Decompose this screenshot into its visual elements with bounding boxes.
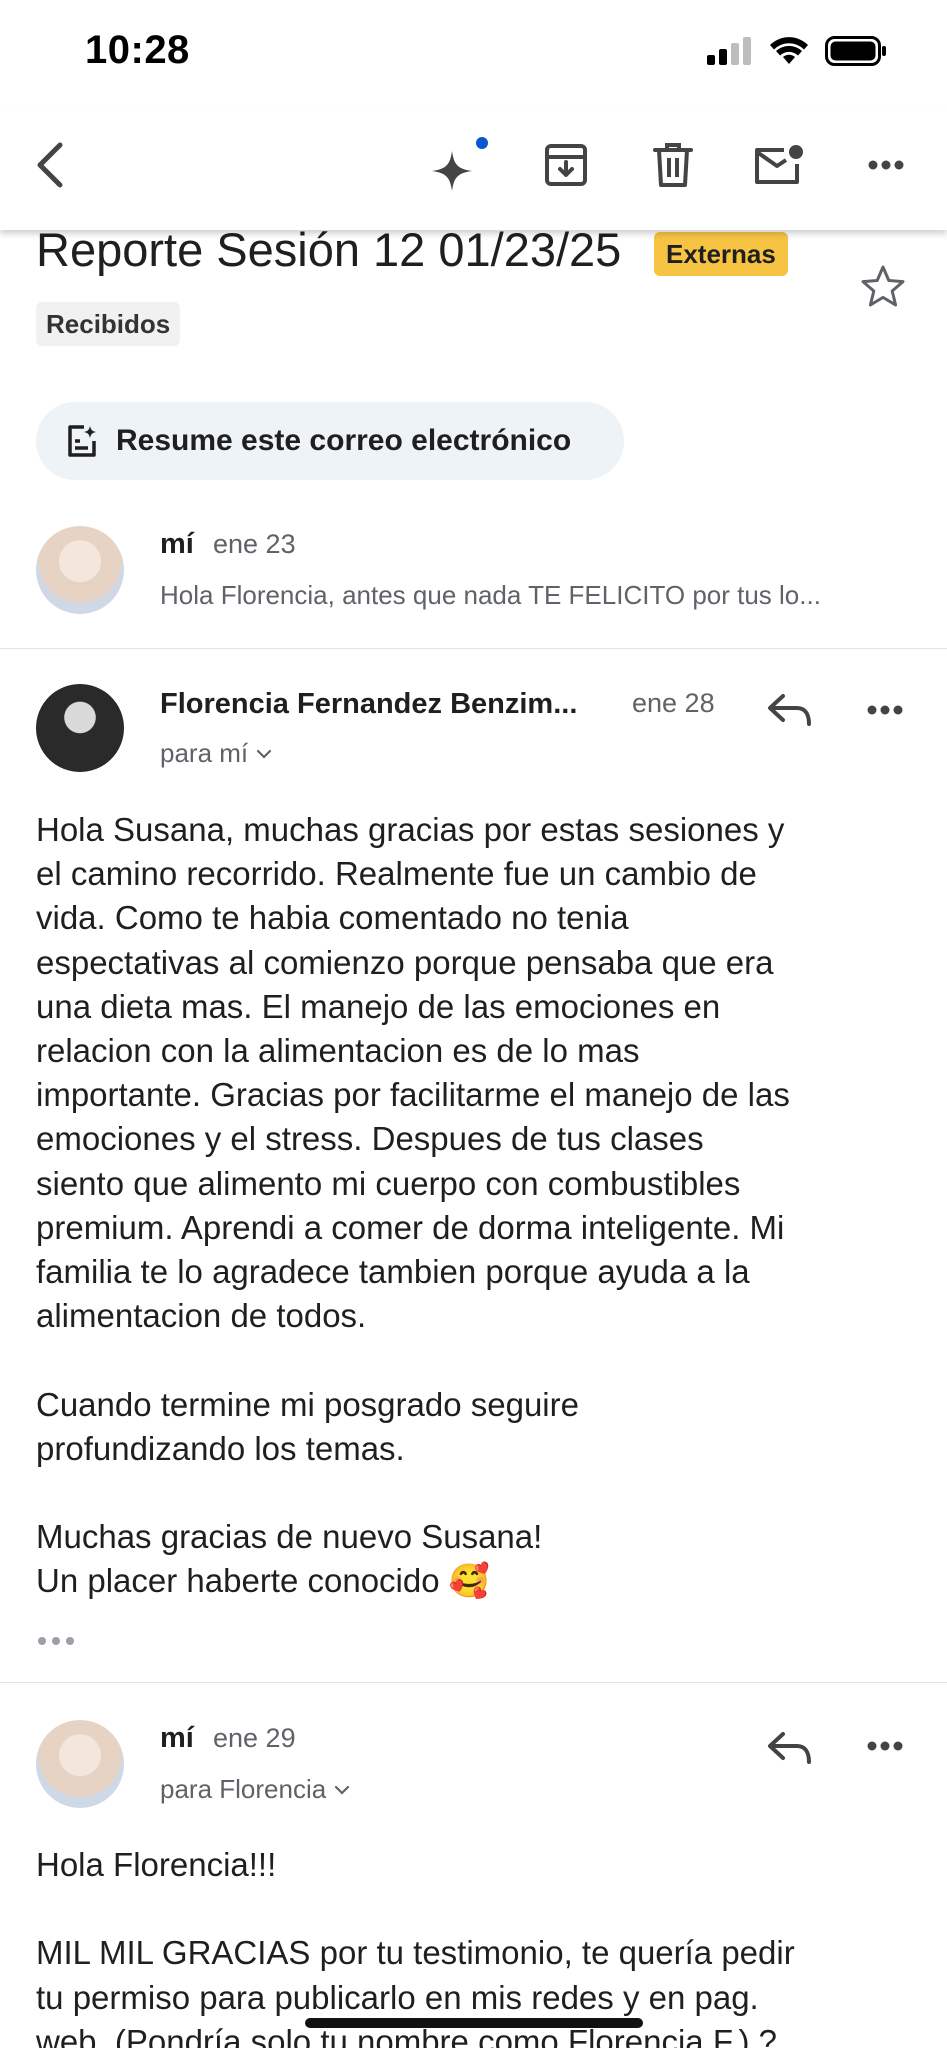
reply-button[interactable]	[760, 1728, 820, 1768]
back-icon	[37, 142, 63, 188]
message-more-button[interactable]	[860, 1736, 910, 1756]
message-date: ene 28	[632, 688, 715, 718]
message-date: ene 29	[213, 1723, 296, 1753]
label-recibidos[interactable]: Recibidos	[36, 302, 181, 346]
gemini-sparkle-icon	[432, 137, 488, 191]
cellular-signal-icon	[707, 37, 751, 65]
show-trimmed-button[interactable]	[38, 1637, 74, 1645]
divider	[0, 648, 947, 649]
message-date: ene 23	[213, 529, 296, 559]
gemini-button[interactable]	[420, 110, 500, 220]
message-snippet[interactable]: Hola Florencia, antes que nada TE FELICI…	[160, 580, 821, 611]
star-button[interactable]	[860, 264, 906, 313]
status-time: 10:28	[85, 28, 190, 72]
chevron-down-icon	[257, 749, 272, 759]
delete-icon	[653, 143, 693, 187]
avatar[interactable]	[36, 684, 124, 772]
back-button[interactable]	[10, 110, 90, 220]
recipients-toggle[interactable]: para mí	[160, 738, 272, 769]
message-sender[interactable]: mí	[160, 1722, 194, 1755]
toolbar	[0, 110, 947, 230]
chevron-down-icon	[335, 1785, 350, 1795]
status-icons	[707, 36, 887, 66]
battery-icon	[825, 36, 886, 66]
wifi-icon	[770, 37, 808, 64]
delete-button[interactable]	[633, 110, 713, 220]
status-bar: 10:28	[0, 0, 947, 110]
reply-button[interactable]	[760, 690, 820, 730]
archive-button[interactable]	[526, 110, 606, 220]
mark-unread-button[interactable]	[739, 110, 819, 220]
more-icon	[867, 705, 903, 715]
label-externas[interactable]: Externas	[654, 232, 788, 276]
message-more-button[interactable]	[860, 700, 910, 720]
email-thread-screen: 10:28 Reporte Sesión 12 01/23/25 Externa…	[0, 0, 947, 2048]
reply-icon	[768, 694, 811, 726]
recipients-label: para mí	[160, 738, 249, 768]
more-button[interactable]	[846, 110, 926, 220]
mark-unread-icon	[755, 145, 803, 184]
archive-icon	[545, 144, 587, 186]
message-sender[interactable]: Florencia Fernandez Benzim...	[160, 688, 577, 721]
more-icon	[868, 160, 904, 170]
summarize-button[interactable]: Resume este correo electrónico	[36, 402, 624, 480]
avatar[interactable]	[36, 1720, 124, 1808]
email-subject: Reporte Sesión 12 01/23/25	[36, 223, 622, 276]
divider	[0, 1682, 947, 1683]
message-sender[interactable]: mí	[160, 528, 194, 561]
recipients-label: para Florencia	[160, 1774, 327, 1804]
star-icon	[861, 265, 905, 307]
avatar[interactable]	[36, 526, 124, 614]
more-icon	[867, 1741, 903, 1751]
summary-doc-icon	[68, 425, 96, 457]
home-indicator[interactable]	[305, 2018, 643, 2028]
summarize-label: Resume este correo electrónico	[116, 424, 572, 457]
recipients-toggle[interactable]: para Florencia	[160, 1774, 350, 1805]
reply-icon	[768, 1732, 811, 1764]
message-body: Hola Susana, muchas gracias por estas se…	[36, 811, 790, 1600]
